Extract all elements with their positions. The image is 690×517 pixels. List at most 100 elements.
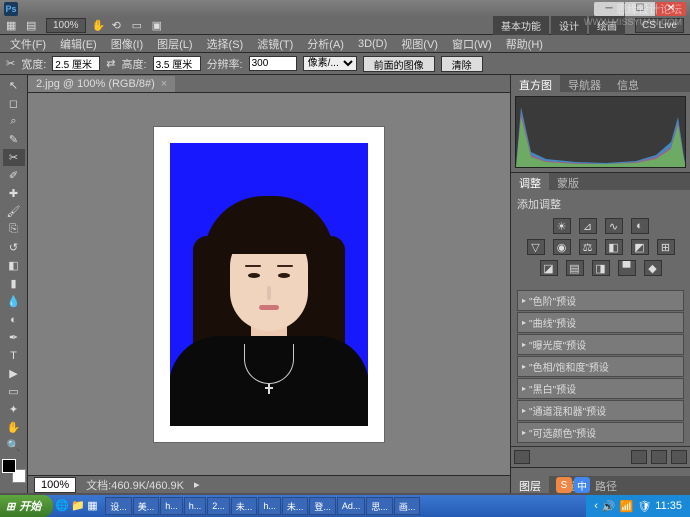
invert-icon[interactable]: ◪ bbox=[540, 260, 558, 276]
screen-mode-icon[interactable]: ▣ bbox=[152, 19, 166, 33]
document-tab[interactable]: 2.jpg @ 100% (RGB/8#) × bbox=[28, 76, 175, 92]
front-image-button[interactable]: 前面的图像 bbox=[363, 56, 435, 72]
zoom-level[interactable]: 100% bbox=[34, 477, 76, 493]
move-tool[interactable]: ↖ bbox=[3, 77, 25, 94]
quick-select-tool[interactable]: ✎ bbox=[3, 131, 25, 148]
task-item[interactable]: 美... bbox=[133, 497, 160, 515]
task-item[interactable]: h... bbox=[160, 497, 183, 515]
eraser-tool[interactable]: ◧ bbox=[3, 257, 25, 274]
brightness-icon[interactable]: ☀ bbox=[553, 218, 571, 234]
brush-tool[interactable]: 🖌 bbox=[3, 203, 25, 220]
history-brush-tool[interactable]: ↺ bbox=[3, 239, 25, 256]
blur-tool[interactable]: 💧 bbox=[3, 293, 25, 310]
menu-3d[interactable]: 3D(D) bbox=[352, 36, 393, 52]
tab-info[interactable]: 信息 bbox=[609, 75, 647, 92]
task-item[interactable]: 2... bbox=[207, 497, 230, 515]
eyedropper-tool[interactable]: ✐ bbox=[3, 167, 25, 184]
shape-tool[interactable]: ▭ bbox=[3, 383, 25, 400]
color-balance-icon[interactable]: ⚖ bbox=[579, 239, 597, 255]
preset-selective-color[interactable]: "可选颜色"预设 bbox=[517, 422, 684, 443]
height-input[interactable] bbox=[153, 56, 201, 71]
type-tool[interactable]: T bbox=[3, 347, 25, 364]
menu-select[interactable]: 选择(S) bbox=[201, 34, 250, 54]
task-item[interactable]: 登... bbox=[309, 497, 336, 515]
menu-analysis[interactable]: 分析(A) bbox=[301, 34, 350, 54]
crop-tool[interactable]: ✂ bbox=[3, 149, 25, 166]
photo-filter-icon[interactable]: ◩ bbox=[631, 239, 649, 255]
preset-curves[interactable]: "曲线"预设 bbox=[517, 312, 684, 333]
vibrance-icon[interactable]: ▽ bbox=[527, 239, 545, 255]
tab-masks[interactable]: 蒙版 bbox=[549, 173, 587, 190]
tray-arrow-icon[interactable]: ‹ bbox=[594, 500, 598, 512]
resolution-unit-select[interactable]: 像素/... bbox=[303, 56, 357, 71]
task-item[interactable]: 未... bbox=[282, 497, 309, 515]
3d-tool[interactable]: ✦ bbox=[3, 401, 25, 418]
document-canvas[interactable] bbox=[154, 127, 384, 442]
new-adjust-icon[interactable] bbox=[651, 450, 667, 464]
menu-help[interactable]: 帮助(H) bbox=[500, 34, 549, 54]
path-select-tool[interactable]: ▶ bbox=[3, 365, 25, 382]
tray-shield-icon[interactable]: 🛡 bbox=[637, 500, 651, 513]
clear-button[interactable]: 清除 bbox=[441, 56, 483, 72]
menu-view[interactable]: 视图(V) bbox=[395, 34, 444, 54]
preset-hue-sat[interactable]: "色相/饱和度"预设 bbox=[517, 356, 684, 377]
preset-exposure[interactable]: "曝光度"预设 bbox=[517, 334, 684, 355]
menu-window[interactable]: 窗口(W) bbox=[446, 34, 498, 54]
foreground-swatch[interactable] bbox=[2, 459, 16, 473]
status-arrow-icon[interactable]: ▸ bbox=[194, 478, 200, 491]
posterize-icon[interactable]: ▤ bbox=[566, 260, 584, 276]
task-item[interactable]: 设... bbox=[105, 497, 132, 515]
tab-adjustments[interactable]: 调整 bbox=[511, 173, 549, 190]
swap-icon[interactable]: ⇄ bbox=[106, 57, 115, 70]
task-item[interactable]: Ad... bbox=[337, 497, 366, 515]
rotate-view-icon[interactable]: ⟲ bbox=[112, 19, 126, 33]
menu-layer[interactable]: 图层(L) bbox=[151, 34, 198, 54]
ql-icon-1[interactable]: 🌐 bbox=[55, 499, 69, 513]
lasso-tool[interactable]: ⌕ bbox=[3, 113, 25, 130]
marquee-tool[interactable]: ◻ bbox=[3, 95, 25, 112]
preset-channel-mixer[interactable]: "通道混和器"预设 bbox=[517, 400, 684, 421]
task-item[interactable]: 未... bbox=[231, 497, 258, 515]
curves-icon[interactable]: ∿ bbox=[605, 218, 623, 234]
hand-icon[interactable]: ✋ bbox=[92, 19, 106, 33]
preset-levels[interactable]: "色阶"预设 bbox=[517, 290, 684, 311]
workspace-tab-essentials[interactable]: 基本功能 bbox=[493, 16, 549, 35]
task-item[interactable]: h... bbox=[184, 497, 207, 515]
arrange-icon[interactable]: ▭ bbox=[132, 19, 146, 33]
menu-filter[interactable]: 滤镜(T) bbox=[251, 34, 299, 54]
hue-sat-icon[interactable]: ◉ bbox=[553, 239, 571, 255]
zoom-tool[interactable]: 🔍 bbox=[3, 437, 25, 454]
clone-stamp-tool[interactable]: ⎘ bbox=[3, 221, 25, 238]
tab-histogram[interactable]: 直方图 bbox=[511, 75, 560, 92]
exposure-icon[interactable]: ◐ bbox=[631, 218, 649, 234]
levels-icon[interactable]: ⊿ bbox=[579, 218, 597, 234]
menu-file[interactable]: 文件(F) bbox=[4, 34, 52, 54]
healing-brush-tool[interactable]: ✚ bbox=[3, 185, 25, 202]
preset-bw[interactable]: "黑白"预设 bbox=[517, 378, 684, 399]
clock[interactable]: 11:35 bbox=[655, 500, 682, 512]
color-swatches[interactable] bbox=[2, 459, 26, 483]
workspace-tab-design[interactable]: 设计 bbox=[551, 16, 587, 35]
task-item[interactable]: 画... bbox=[394, 497, 421, 515]
ime-icon-zh[interactable]: 中 bbox=[574, 477, 590, 493]
ime-icon-s[interactable]: S bbox=[556, 477, 572, 493]
mini-bridge-icon[interactable]: ▤ bbox=[26, 19, 40, 33]
bw-icon[interactable]: ◧ bbox=[605, 239, 623, 255]
tray-volume-icon[interactable]: 🔊 bbox=[602, 500, 616, 513]
threshold-icon[interactable]: ◨ bbox=[592, 260, 610, 276]
ql-icon-2[interactable]: 📁 bbox=[71, 499, 85, 513]
tab-layers[interactable]: 图层 bbox=[511, 476, 549, 493]
canvas[interactable] bbox=[28, 93, 510, 475]
gradient-map-icon[interactable]: ▀ bbox=[618, 260, 636, 276]
ql-icon-3[interactable]: ▦ bbox=[87, 499, 101, 513]
dodge-tool[interactable]: ◐ bbox=[3, 311, 25, 328]
task-item[interactable]: h... bbox=[258, 497, 281, 515]
width-input[interactable] bbox=[52, 56, 100, 71]
menu-image[interactable]: 图像(I) bbox=[105, 34, 149, 54]
bridge-icon[interactable]: ▦ bbox=[6, 19, 20, 33]
gradient-tool[interactable]: ▮ bbox=[3, 275, 25, 292]
tray-network-icon[interactable]: 📶 bbox=[620, 500, 634, 513]
hand-tool[interactable]: ✋ bbox=[3, 419, 25, 436]
clip-icon[interactable] bbox=[631, 450, 647, 464]
resolution-input[interactable] bbox=[249, 56, 297, 71]
